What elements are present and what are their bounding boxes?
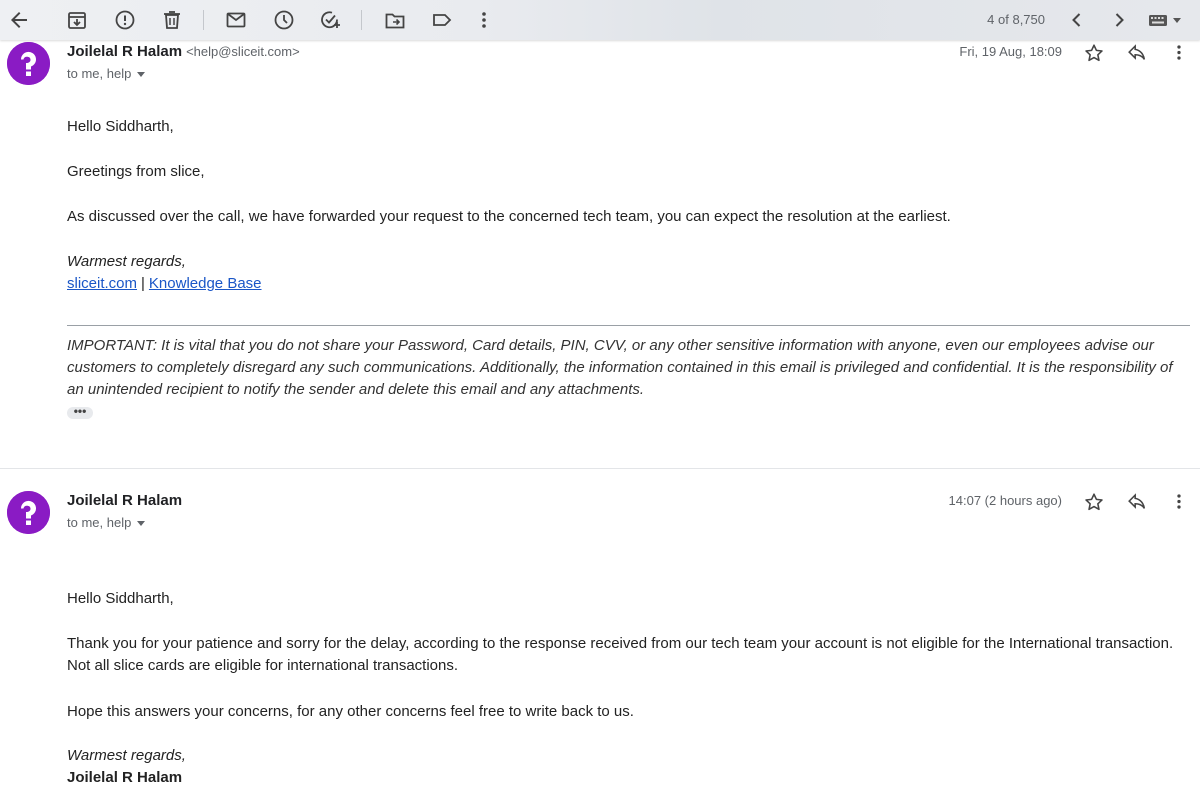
more-vert-icon[interactable]	[1168, 491, 1190, 513]
message-counter: 4 of 8,750	[987, 12, 1045, 27]
recipients-toggle[interactable]: to me, help	[67, 515, 146, 530]
input-tools-icon[interactable]	[1147, 8, 1187, 32]
toolbar-divider	[203, 10, 204, 30]
message-date: 14:07 (2 hours ago)	[948, 493, 1062, 508]
body-line: Thank you for your patience and sorry fo…	[67, 635, 1174, 652]
sender[interactable]: Joilelal R Halam <help@sliceit.com>	[67, 43, 300, 60]
link-separator: |	[141, 275, 145, 292]
move-to-icon[interactable]	[383, 8, 407, 32]
reply-icon[interactable]	[1126, 42, 1148, 64]
regards: Warmest regards,	[67, 253, 186, 270]
show-trimmed-content-button[interactable]: •••	[67, 405, 93, 419]
chevron-down-icon	[137, 72, 146, 78]
recipients: to me, help	[67, 66, 132, 81]
more-vert-icon[interactable]	[1168, 42, 1190, 64]
disclaimer: IMPORTANT: It is vital that you do not s…	[67, 337, 1173, 398]
toolbar-divider	[361, 10, 362, 30]
newer-icon[interactable]	[1065, 8, 1089, 32]
signature-links: sliceit.com | Knowledge Base	[67, 275, 262, 292]
avatar	[7, 491, 50, 534]
sender-email: <help@sliceit.com>	[186, 44, 300, 59]
message-date: Fri, 19 Aug, 18:09	[959, 44, 1062, 59]
body-line: Not all slice cards are eligible for int…	[67, 657, 459, 674]
star-icon[interactable]	[1083, 42, 1105, 64]
snooze-icon[interactable]	[272, 8, 296, 32]
body-line: Greetings from slice,	[67, 163, 205, 180]
report-spam-icon[interactable]	[113, 8, 137, 32]
mark-unread-icon[interactable]	[224, 8, 248, 32]
chevron-down-icon	[137, 521, 146, 527]
regards: Warmest regards,	[67, 747, 186, 764]
recipients-toggle[interactable]: to me, help	[67, 66, 146, 81]
back-icon[interactable]	[7, 8, 31, 32]
recipients: to me, help	[67, 515, 132, 530]
greeting: Hello Siddharth,	[67, 118, 174, 135]
add-task-icon[interactable]	[318, 8, 342, 32]
toolbar: 4 of 8,750	[0, 0, 1200, 40]
sliceit-link[interactable]: sliceit.com	[67, 275, 137, 292]
label-icon[interactable]	[430, 8, 454, 32]
archive-icon[interactable]	[65, 8, 89, 32]
sender[interactable]: Joilelal R Halam	[67, 492, 182, 509]
body-line: As discussed over the call, we have forw…	[67, 208, 951, 225]
body-line: Hope this answers your concerns, for any…	[67, 703, 634, 720]
more-vert-icon[interactable]	[472, 8, 496, 32]
greeting: Hello Siddharth,	[67, 590, 174, 607]
reply-icon[interactable]	[1126, 491, 1148, 513]
star-icon[interactable]	[1083, 491, 1105, 513]
sender-name: Joilelal R Halam	[67, 43, 183, 60]
avatar	[7, 42, 50, 85]
message-divider	[0, 468, 1200, 469]
signature-name: Joilelal R Halam	[67, 769, 183, 786]
knowledge-base-link[interactable]: Knowledge Base	[149, 275, 262, 292]
sender-name: Joilelal R Halam	[67, 492, 183, 509]
delete-icon[interactable]	[160, 8, 184, 32]
older-icon[interactable]	[1107, 8, 1131, 32]
divider	[67, 325, 1190, 326]
